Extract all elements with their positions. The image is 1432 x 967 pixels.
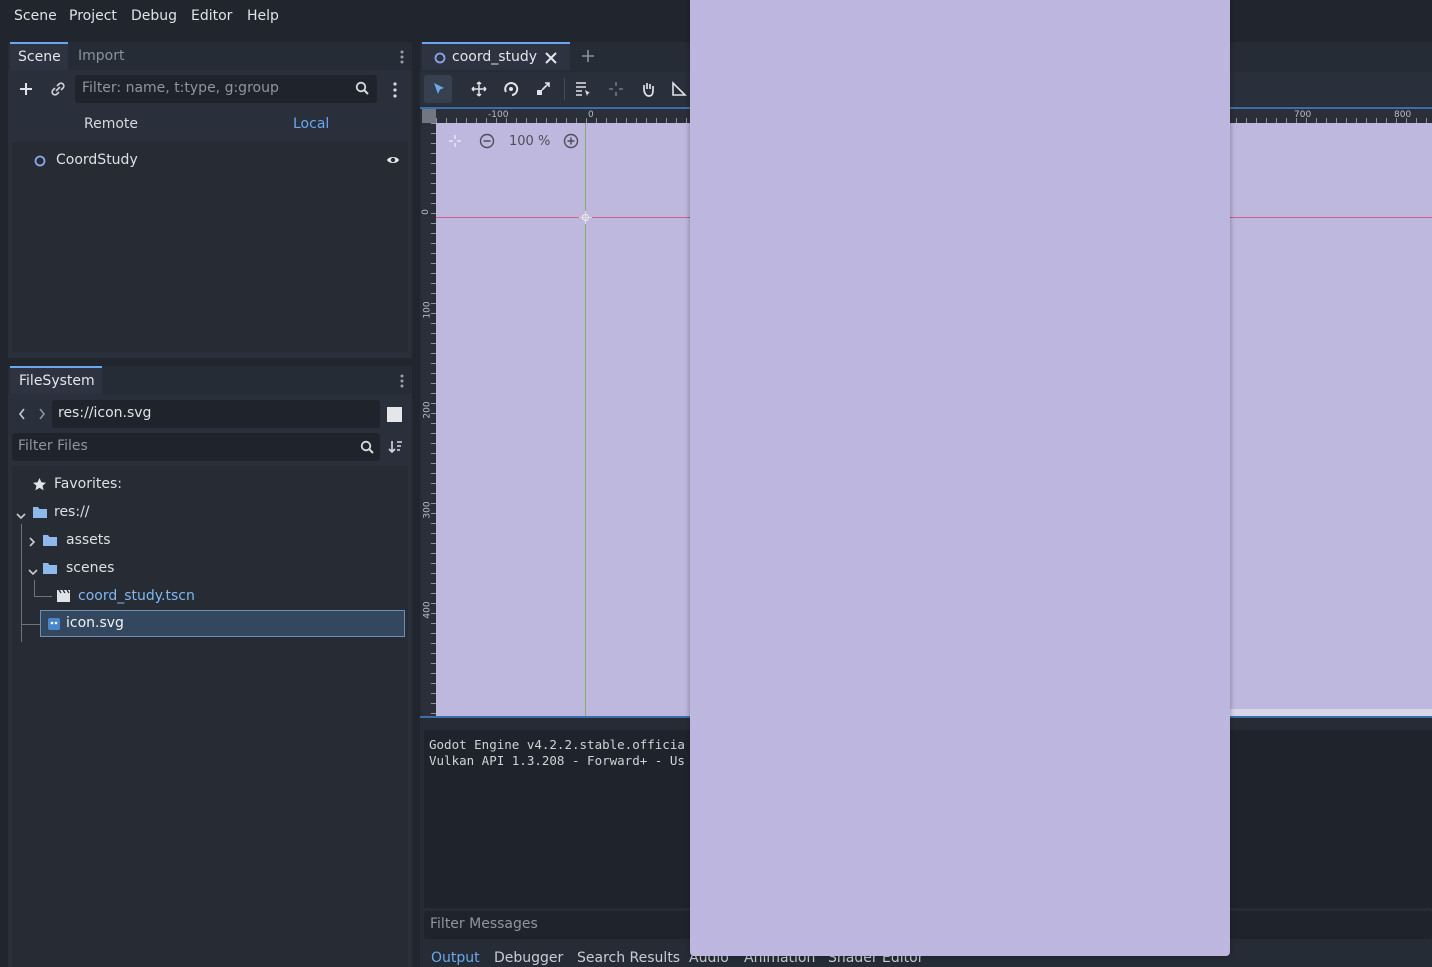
zoom-in-icon[interactable] xyxy=(563,133,579,153)
center-view-icon[interactable] xyxy=(448,134,462,152)
zoom-reset-button[interactable]: 100 % xyxy=(509,134,550,149)
folder-icon xyxy=(42,533,58,551)
link-icon[interactable] xyxy=(50,81,66,97)
ruler-tick-label: 0 xyxy=(420,209,431,215)
select-tool-button[interactable] xyxy=(424,75,452,103)
scene-filter-input[interactable]: Filter: name, t:type, g:group xyxy=(75,75,377,103)
tab-search-results[interactable]: Search Results xyxy=(577,950,680,966)
close-icon[interactable] xyxy=(544,51,558,69)
remote-button[interactable]: Remote xyxy=(84,116,138,132)
back-icon[interactable] xyxy=(18,407,26,425)
tab-import[interactable]: Import xyxy=(78,48,124,64)
scale-tool-icon[interactable] xyxy=(535,81,551,101)
filter-files-input[interactable]: Filter Files xyxy=(12,433,380,461)
pivot-tool-icon[interactable] xyxy=(608,81,624,101)
ruler-corner xyxy=(422,109,436,123)
tab-debugger[interactable]: Debugger xyxy=(494,950,563,966)
file-tree: Favorites: res:// assets scenes coord_st… xyxy=(12,466,408,967)
node2d-icon xyxy=(34,155,46,171)
tab-filesystem-label: FileSystem xyxy=(19,373,95,389)
scene-dock: Scene Import Filter: name, t:type, g:gro… xyxy=(8,42,412,358)
scene-tab-label: coord_study xyxy=(452,49,538,65)
favorites-label: Favorites: xyxy=(54,476,122,492)
coord-study-label: coord_study.tscn xyxy=(78,588,195,604)
local-button[interactable]: Local xyxy=(293,116,329,132)
select-arrow-icon xyxy=(434,83,444,94)
menu-scene[interactable]: Scene xyxy=(14,8,57,24)
search-icon xyxy=(355,81,369,99)
svg-file-icon xyxy=(47,617,61,635)
filter-files-placeholder: Filter Files xyxy=(18,438,88,454)
sort-icon[interactable] xyxy=(388,439,403,458)
folder-icon xyxy=(42,561,58,579)
chevron-down-icon xyxy=(28,564,38,580)
scene-tree: CoordStudy xyxy=(12,142,408,352)
path-value: res://icon.svg xyxy=(58,405,152,421)
move-tool-icon[interactable] xyxy=(471,81,487,101)
split-mode-icon[interactable] xyxy=(387,407,402,422)
filesystem-dock: FileSystem res://icon.svg Filter Files F… xyxy=(8,366,412,967)
dock-menu-icon[interactable] xyxy=(400,49,404,69)
pan-tool-icon[interactable] xyxy=(640,81,656,101)
overlay-window[interactable] xyxy=(690,0,1230,956)
scene-filter-placeholder: Filter: name, t:type, g:group xyxy=(82,80,279,96)
path-field[interactable]: res://icon.svg xyxy=(52,400,380,428)
menu-debug[interactable]: Debug xyxy=(131,8,177,24)
add-node-icon[interactable] xyxy=(18,81,34,97)
icon-svg-label: icon.svg xyxy=(66,615,124,631)
scrollbar-h[interactable] xyxy=(1230,709,1432,716)
tab-scene[interactable]: Scene xyxy=(10,42,68,70)
menu-editor[interactable]: Editor xyxy=(191,8,232,24)
filter-messages-placeholder: Filter Messages xyxy=(430,916,538,932)
menu-project[interactable]: Project xyxy=(69,8,117,24)
rotate-tool-icon[interactable] xyxy=(503,81,519,101)
tree-item-icon-svg[interactable]: icon.svg xyxy=(40,610,405,637)
visibility-eye-icon[interactable] xyxy=(386,154,400,170)
origin-crosshair-icon xyxy=(579,211,592,228)
star-icon xyxy=(32,477,47,496)
root-node-label: CoordStudy xyxy=(56,152,138,168)
chevron-right-icon xyxy=(28,535,36,551)
list-select-icon[interactable] xyxy=(575,81,591,101)
forward-icon[interactable] xyxy=(38,407,46,425)
menu-help[interactable]: Help xyxy=(247,8,279,24)
zoom-out-icon[interactable] xyxy=(479,133,495,153)
ruler-tool-icon[interactable] xyxy=(671,81,687,101)
tab-filesystem[interactable]: FileSystem xyxy=(10,366,102,394)
res-label: res:// xyxy=(54,504,90,520)
scene-file-icon xyxy=(56,589,71,607)
folder-icon xyxy=(32,505,48,523)
chevron-down-icon xyxy=(16,508,26,524)
scenes-label: scenes xyxy=(66,560,115,576)
node2d-icon xyxy=(434,52,446,68)
assets-label: assets xyxy=(66,532,111,548)
tab-scene-label: Scene xyxy=(18,49,61,65)
add-tab-icon[interactable] xyxy=(580,48,596,68)
log-line: Godot Engine v4.2.2.stable.officia xyxy=(429,737,685,752)
log-line: Vulkan API 1.3.208 - Forward+ - Us xyxy=(429,753,685,768)
tree-guide xyxy=(34,596,52,597)
vertical-ruler: 0 100 200 300 400 xyxy=(420,109,436,716)
scene-options-icon[interactable] xyxy=(393,82,397,102)
search-icon xyxy=(360,440,374,458)
tab-coord-study[interactable]: coord_study xyxy=(422,42,570,70)
toolbar-separator xyxy=(564,78,565,100)
tab-output[interactable]: Output xyxy=(431,950,480,966)
tree-guide xyxy=(34,580,35,597)
fs-dock-menu-icon[interactable] xyxy=(400,373,404,393)
